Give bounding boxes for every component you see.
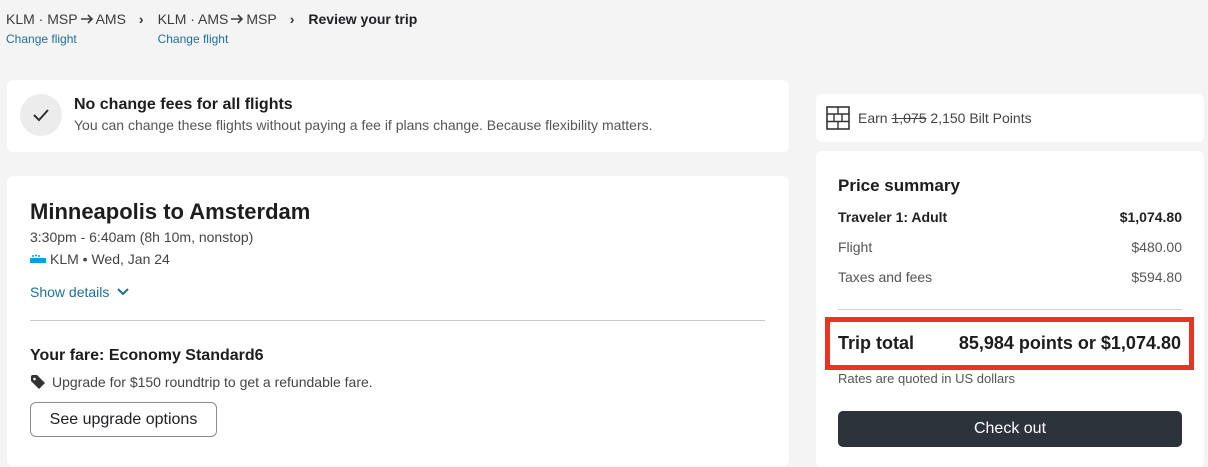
divider: [838, 309, 1182, 310]
notice-title: No change fees for all flights: [74, 96, 293, 113]
breadcrumb-step-return-route: KLM · AMS: [157, 11, 229, 27]
building-icon: [826, 106, 850, 130]
trip-details-card: Minneapolis to Amsterdam 3:30pm - 6:40am…: [7, 176, 789, 466]
upgrade-info: Upgrade for $150 roundtrip to get a refu…: [30, 374, 373, 390]
taxes-row: Taxes and fees $594.80: [838, 269, 1182, 285]
traveler-row: Traveler 1: Adult $1,074.80: [838, 209, 1182, 225]
tag-icon: [31, 375, 45, 389]
rates-note: Rates are quoted in US dollars: [838, 371, 1016, 386]
breadcrumb-current: Review your trip: [308, 11, 418, 27]
trip-total-highlight: Trip total 85,984 points or $1,074.80: [825, 317, 1194, 370]
earn-points-card: Earn 1,075 2,150 Bilt Points: [816, 94, 1204, 142]
upgrade-text: Upgrade for $150 roundtrip to get a refu…: [52, 374, 373, 390]
trip-airline-date: KLM • Wed, Jan 24: [30, 251, 170, 267]
trip-total-label: Trip total: [838, 333, 914, 353]
change-flight-return-link[interactable]: Change flight: [158, 30, 277, 48]
trip-title: Minneapolis to Amsterdam: [30, 199, 311, 224]
chevron-right-icon: ›: [138, 11, 144, 27]
price-summary-card: Price summary Traveler 1: Adult $1,074.8…: [816, 151, 1204, 467]
notice-subtitle: You can change these flights without pay…: [74, 117, 653, 133]
price-summary-title: Price summary: [838, 176, 960, 195]
no-change-fees-card: No change fees for all flights You can c…: [7, 80, 789, 152]
chevron-right-icon: ›: [289, 11, 295, 27]
show-details-link[interactable]: Show details: [30, 284, 130, 300]
new-points: 2,150 Bilt Points: [930, 110, 1032, 126]
breadcrumb-step-return-dest: MSP: [246, 11, 277, 27]
earn-points-text: Earn 1,075 2,150 Bilt Points: [858, 110, 1032, 126]
flight-row: Flight $480.00: [838, 239, 1182, 255]
breadcrumb-step-outbound-route: KLM · MSP: [6, 11, 78, 27]
arrow-right-icon: [231, 14, 244, 24]
breadcrumb: KLM · MSP AMS Change flight › KLM · AMS …: [6, 10, 417, 48]
divider: [30, 320, 765, 321]
breadcrumb-step-outbound-dest: AMS: [95, 11, 126, 27]
breadcrumb-step-outbound: KLM · MSP AMS Change flight: [6, 10, 126, 48]
breadcrumb-step-return: KLM · AMS MSP Change flight: [158, 10, 277, 48]
trip-total-value: 85,984 points or $1,074.80: [958, 333, 1181, 353]
check-out-button[interactable]: Check out: [838, 411, 1182, 447]
show-details-label: Show details: [30, 284, 110, 300]
arrow-right-icon: [80, 14, 93, 24]
trip-airline-text: KLM • Wed, Jan 24: [50, 251, 170, 267]
check-icon: [20, 94, 62, 136]
trip-times: 3:30pm - 6:40am (8h 10m, nonstop): [30, 229, 254, 245]
old-points: 1,075: [891, 110, 927, 126]
fare-title: Your fare: Economy Standard6: [30, 347, 264, 364]
klm-logo-icon: [30, 254, 46, 263]
see-upgrade-options-button[interactable]: See upgrade options: [30, 402, 217, 437]
chevron-down-icon: [117, 288, 130, 296]
change-flight-outbound-link[interactable]: Change flight: [6, 30, 126, 48]
